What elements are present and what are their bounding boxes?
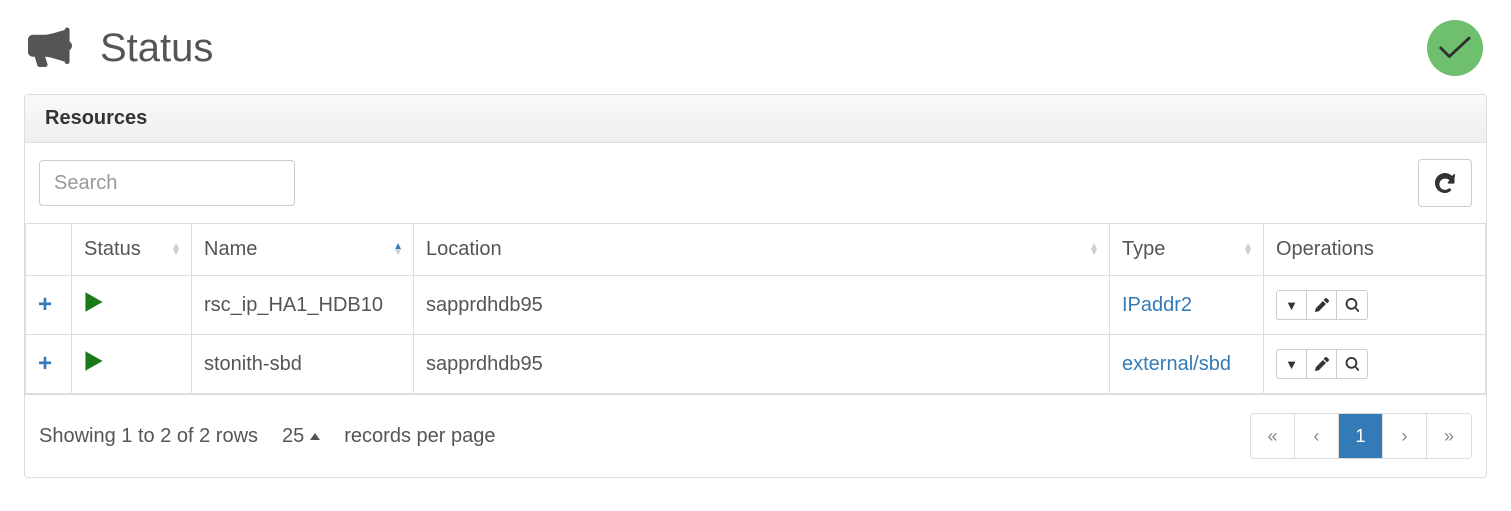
pagination: « ‹ 1 › » [1250, 413, 1472, 459]
column-type-label: Type [1122, 238, 1165, 260]
edit-button[interactable] [1307, 350, 1337, 378]
check-icon [1438, 34, 1472, 62]
play-icon [84, 291, 104, 313]
type-link[interactable]: IPaddr2 [1122, 294, 1192, 316]
magnifier-icon [1345, 357, 1359, 371]
column-name[interactable]: Name ▲▼ [192, 224, 414, 276]
type-link[interactable]: external/sbd [1122, 353, 1231, 375]
location-cell: sapprdhdb95 [414, 335, 1110, 394]
operations-menu-button[interactable]: ▼ [1277, 350, 1307, 378]
page-size-dropdown[interactable]: 25 [282, 425, 320, 448]
column-status-label: Status [84, 238, 141, 260]
search-input[interactable] [39, 160, 295, 206]
column-location[interactable]: Location ▲▼ [414, 224, 1110, 276]
magnifier-icon [1345, 298, 1359, 312]
refresh-icon [1435, 173, 1455, 193]
details-button[interactable] [1337, 291, 1367, 319]
operations-menu-button[interactable]: ▼ [1277, 291, 1307, 319]
status-cell [72, 276, 192, 335]
column-operations-label: Operations [1276, 238, 1374, 260]
caret-down-icon: ▼ [1285, 298, 1298, 313]
expand-row-button[interactable]: + [38, 291, 52, 318]
panel-title: Resources [25, 95, 1486, 143]
refresh-button[interactable] [1418, 159, 1472, 207]
pencil-icon [1315, 357, 1329, 371]
expand-row-button[interactable]: + [38, 350, 52, 377]
operations-group: ▼ [1276, 349, 1368, 379]
showing-rows-text: Showing 1 to 2 of 2 rows [39, 425, 258, 448]
column-expand [26, 224, 72, 276]
column-location-label: Location [426, 238, 502, 260]
resources-table: Status ▲▼ Name ▲▼ Location ▲▼ Type ▲▼ Op… [25, 223, 1486, 394]
details-button[interactable] [1337, 350, 1367, 378]
column-status[interactable]: Status ▲▼ [72, 224, 192, 276]
page-number-button[interactable]: 1 [1339, 414, 1383, 458]
page-size-value: 25 [282, 425, 304, 448]
sort-icon: ▲▼ [171, 244, 181, 256]
table-row: + stonith-sbd sapprdhdb95 external/sbd ▼ [26, 335, 1486, 394]
bullhorn-icon [28, 27, 72, 70]
play-icon [84, 350, 104, 372]
cluster-ok-badge [1427, 20, 1483, 76]
table-row: + rsc_ip_HA1_HDB10 sapprdhdb95 IPaddr2 ▼ [26, 276, 1486, 335]
edit-button[interactable] [1307, 291, 1337, 319]
page-prev-button[interactable]: ‹ [1295, 414, 1339, 458]
name-cell: rsc_ip_HA1_HDB10 [192, 276, 414, 335]
caret-up-icon [310, 433, 320, 440]
page-first-button[interactable]: « [1251, 414, 1295, 458]
sort-icon: ▲▼ [1089, 244, 1099, 256]
pencil-icon [1315, 298, 1329, 312]
sort-icon: ▲▼ [1243, 244, 1253, 256]
location-cell: sapprdhdb95 [414, 276, 1110, 335]
caret-down-icon: ▼ [1285, 357, 1298, 372]
column-name-label: Name [204, 238, 257, 260]
page-next-button[interactable]: › [1383, 414, 1427, 458]
operations-group: ▼ [1276, 290, 1368, 320]
page-title: Status [100, 26, 213, 71]
column-operations: Operations [1264, 224, 1486, 276]
status-cell [72, 335, 192, 394]
resources-panel: Resources Status ▲▼ Name ▲▼ [24, 94, 1487, 478]
column-type[interactable]: Type ▲▼ [1110, 224, 1264, 276]
sort-icon: ▲▼ [393, 244, 403, 256]
records-per-page-label: records per page [344, 425, 495, 448]
page-last-button[interactable]: » [1427, 414, 1471, 458]
name-cell: stonith-sbd [192, 335, 414, 394]
